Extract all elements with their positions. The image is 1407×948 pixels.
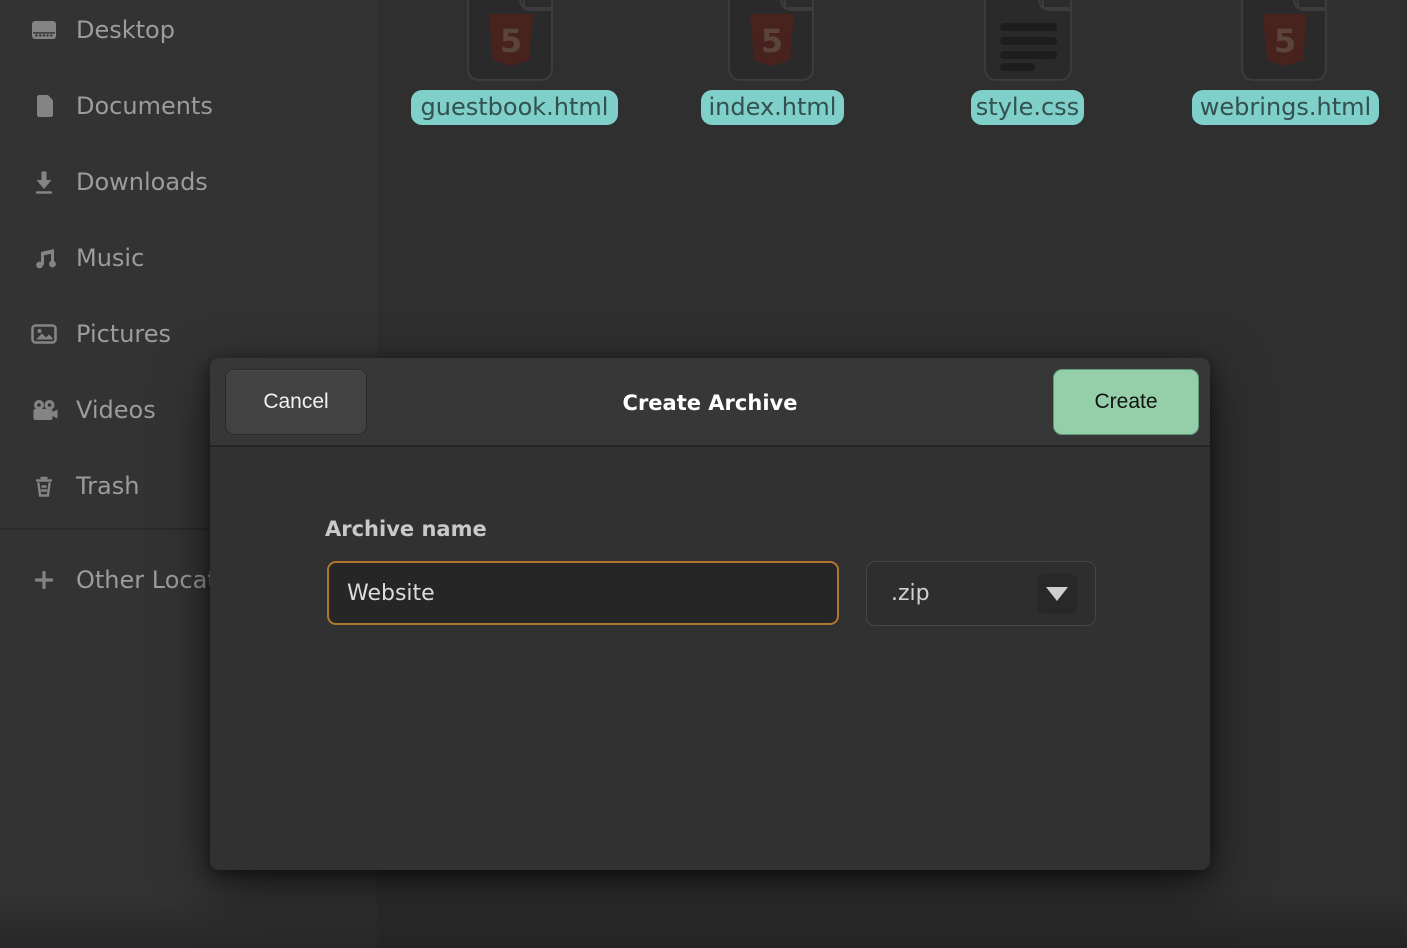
sidebar-item-documents[interactable]: Documents [0, 82, 377, 130]
cancel-button[interactable]: Cancel [225, 369, 367, 435]
sidebar-item-downloads[interactable]: Downloads [0, 158, 377, 206]
sidebar-item-pictures[interactable]: Pictures [0, 310, 377, 358]
download-icon [30, 168, 58, 196]
sidebar-item-label: Pictures [76, 320, 171, 348]
sidebar-item-label: Videos [76, 396, 156, 424]
sidebar-item-label: Music [76, 244, 144, 272]
create-button[interactable]: Create [1053, 369, 1199, 435]
sidebar-item-label: Documents [76, 92, 213, 120]
dialog-body: Archive name .zip [210, 449, 1210, 870]
format-dropdown[interactable]: .zip [866, 561, 1096, 626]
picture-icon [30, 320, 58, 348]
plus-icon [30, 566, 58, 594]
document-icon [30, 92, 58, 120]
svg-text:5: 5 [500, 22, 522, 60]
chevron-down-icon [1046, 587, 1068, 601]
html-file-icon: 5 [1240, 0, 1330, 86]
svg-text:5: 5 [761, 22, 783, 60]
file-label: index.html [701, 90, 844, 125]
format-selected-value: .zip [891, 581, 1037, 606]
archive-name-input[interactable] [327, 561, 839, 625]
music-note-icon [30, 244, 58, 272]
sidebar-item-label: Downloads [76, 168, 208, 196]
html-file-icon: 5 [466, 0, 556, 86]
svg-text:5: 5 [1274, 22, 1296, 60]
sidebar-item-label: Trash [76, 472, 139, 500]
files-window: Desktop Documents Downloads [0, 0, 1407, 948]
sidebar-item-label: Desktop [76, 16, 175, 44]
html-file-icon: 5 [727, 0, 817, 86]
dropdown-arrow-well [1037, 574, 1077, 614]
create-archive-dialog: Create Archive Cancel Create Archive nam… [210, 358, 1210, 870]
desktop-icon [30, 16, 58, 44]
sidebar-item-desktop[interactable]: Desktop [0, 6, 377, 54]
video-camera-icon [30, 396, 58, 424]
archive-name-label: Archive name [325, 517, 487, 541]
trash-icon [30, 472, 58, 500]
sidebar-item-music[interactable]: Music [0, 234, 377, 282]
file-label: webrings.html [1192, 90, 1379, 125]
file-label: style.css [971, 90, 1084, 125]
css-file-icon [983, 0, 1075, 86]
file-label: guestbook.html [411, 90, 618, 125]
